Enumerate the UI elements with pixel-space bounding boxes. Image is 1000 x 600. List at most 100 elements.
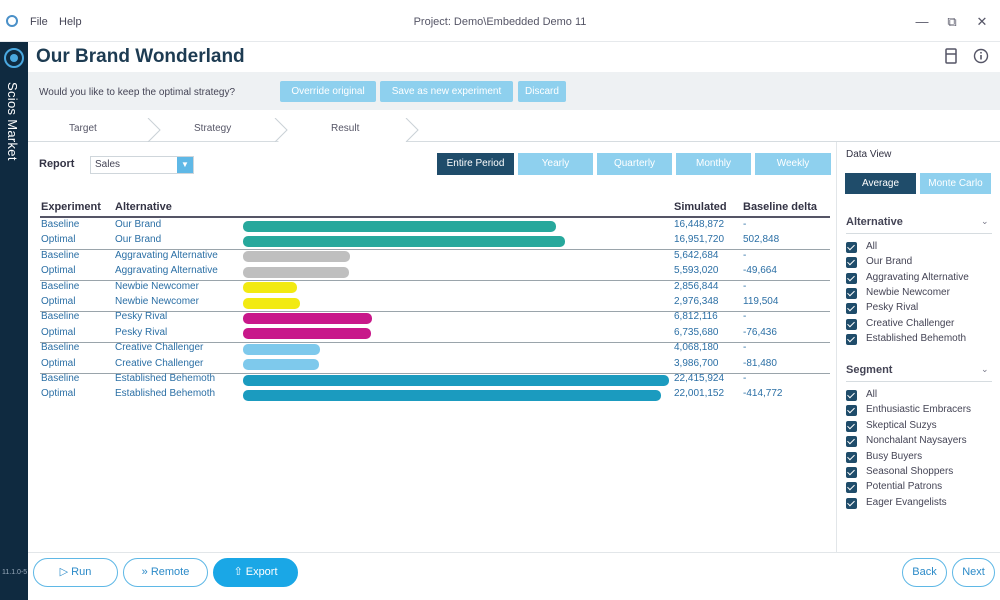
- step-strategy[interactable]: Strategy: [194, 123, 231, 134]
- period-monthly[interactable]: Monthly: [676, 153, 751, 175]
- checkbox-checked[interactable]: [846, 451, 857, 463]
- cell-simulated: 22,415,924: [674, 373, 725, 384]
- remote-button[interactable]: » Remote: [123, 558, 208, 587]
- period-weekly[interactable]: Weekly: [755, 153, 831, 175]
- page-title: Our Brand Wonderland: [36, 46, 245, 67]
- checkbox-checked[interactable]: [846, 272, 857, 284]
- cell-alternative: Newbie Newcomer: [115, 296, 199, 307]
- checkbox-checked[interactable]: [846, 420, 857, 432]
- alternative-filter-rule: [846, 233, 992, 234]
- checkbox-label: Aggravating Alternative: [866, 271, 969, 283]
- checkbox-checked[interactable]: [846, 287, 857, 299]
- document-icon[interactable]: [942, 48, 960, 66]
- simulated-bar: [243, 266, 350, 278]
- cell-simulated: 5,593,020: [674, 265, 719, 277]
- checkbox-checked[interactable]: [846, 497, 857, 509]
- cell-experiment: Baseline: [41, 342, 80, 354]
- simulated-bar: [243, 328, 371, 340]
- chevron-down-icon: ▼: [177, 157, 193, 173]
- close-button[interactable]: ✕: [970, 11, 994, 33]
- discard-button[interactable]: Discard: [518, 81, 566, 102]
- simulated-bar: [243, 282, 298, 294]
- cell-experiment: Baseline: [41, 219, 80, 230]
- checkbox-checked[interactable]: [846, 257, 857, 269]
- period-yearly[interactable]: Yearly: [518, 153, 593, 175]
- checkbox-label: Newbie Newcomer: [866, 286, 950, 298]
- simulated-bar: [243, 251, 351, 263]
- report-label: Report: [39, 158, 75, 170]
- data-view-label: Data View: [846, 149, 892, 160]
- cell-simulated: 6,735,680: [674, 326, 719, 338]
- sidebar-app-name: Scios Market: [5, 82, 20, 161]
- report-select[interactable]: Sales ▼: [90, 156, 194, 174]
- cell-alternative: Established Behemoth: [115, 388, 216, 400]
- checkbox-checked[interactable]: [846, 390, 857, 401]
- simulated-bar: [243, 297, 300, 309]
- sidebar: Scios Market 11.1.0-5: [0, 42, 28, 600]
- cell-simulated: 5,642,684: [674, 249, 719, 261]
- menu-file[interactable]: File: [30, 16, 48, 28]
- cell-experiment: Baseline: [41, 311, 80, 323]
- cell-baseline-delta: -: [743, 342, 747, 354]
- data-view-average-button[interactable]: Average: [845, 173, 916, 194]
- cell-experiment: Optimal: [41, 357, 76, 369]
- override-original-button[interactable]: Override original: [280, 81, 376, 102]
- run-button[interactable]: ▷ Run: [33, 558, 118, 587]
- checkbox-checked[interactable]: [846, 333, 857, 345]
- step-target[interactable]: Target: [69, 123, 97, 134]
- period-entire-period[interactable]: Entire Period: [437, 153, 514, 175]
- checkbox-label: Nonchalant Naysayers: [866, 435, 967, 447]
- checkbox-checked[interactable]: [846, 482, 857, 494]
- cell-experiment: Baseline: [41, 249, 80, 261]
- cell-baseline-delta: -: [743, 311, 747, 323]
- cell-experiment: Optimal: [41, 265, 76, 277]
- cell-experiment: Baseline: [41, 280, 80, 292]
- cell-experiment: Optimal: [41, 234, 76, 246]
- simulated-bar: [243, 343, 321, 355]
- checkbox-label: Creative Challenger: [866, 317, 955, 329]
- col-header-simulated: Simulated: [674, 201, 727, 213]
- cell-baseline-delta: -414,772: [743, 388, 783, 400]
- cell-experiment: Optimal: [41, 296, 76, 307]
- report-selected-value: Sales: [95, 159, 121, 170]
- minimize-button[interactable]: —: [910, 11, 934, 33]
- checkbox-checked[interactable]: [846, 303, 857, 315]
- restore-button[interactable]: ⧉: [940, 11, 964, 33]
- cell-baseline-delta: -81,480: [743, 357, 777, 369]
- cell-experiment: Baseline: [41, 373, 80, 384]
- checkbox-checked[interactable]: [846, 242, 857, 253]
- simulated-bar: [243, 374, 669, 386]
- chevron-down-icon[interactable]: ⌄: [981, 364, 989, 375]
- menu-help[interactable]: Help: [59, 16, 82, 28]
- info-icon[interactable]: [972, 48, 990, 66]
- checkbox-checked[interactable]: [846, 467, 857, 478]
- cell-alternative: Aggravating Alternative: [115, 265, 218, 277]
- prompt-question: Would you like to keep the optimal strat…: [39, 87, 236, 98]
- checkbox-checked[interactable]: [846, 318, 857, 330]
- segment-filter-rule: [846, 381, 992, 382]
- cell-simulated: 22,001,152: [674, 388, 725, 400]
- cell-alternative: Creative Challenger: [115, 342, 204, 354]
- export-button[interactable]: ⇧ Export: [213, 558, 298, 587]
- save-as-new-experiment-button[interactable]: Save as new experiment: [380, 81, 513, 102]
- cell-baseline-delta: -: [743, 249, 747, 261]
- table-header-rule: [40, 216, 830, 218]
- cell-alternative: Newbie Newcomer: [115, 280, 199, 292]
- cell-baseline-delta: -: [743, 219, 747, 230]
- cell-simulated: 3,986,700: [674, 357, 719, 369]
- period-quarterly[interactable]: Quarterly: [597, 153, 672, 175]
- step-result[interactable]: Result: [331, 123, 359, 134]
- checkbox-checked[interactable]: [846, 405, 857, 417]
- checkbox-checked[interactable]: [846, 436, 857, 448]
- cell-experiment: Optimal: [41, 388, 76, 400]
- cell-alternative: Our Brand: [115, 219, 162, 230]
- simulated-bar: [243, 312, 373, 324]
- version-label: 11.1.0-5: [2, 569, 28, 576]
- cell-simulated: 2,976,348: [674, 296, 719, 307]
- chevron-down-icon[interactable]: ⌄: [981, 216, 989, 227]
- checkbox-label: Established Behemoth: [866, 332, 967, 344]
- back-button[interactable]: Back: [902, 558, 947, 587]
- next-button[interactable]: Next: [952, 558, 995, 587]
- data-view-monte-carlo-button[interactable]: Monte Carlo: [920, 173, 991, 194]
- cell-alternative: Aggravating Alternative: [115, 249, 218, 261]
